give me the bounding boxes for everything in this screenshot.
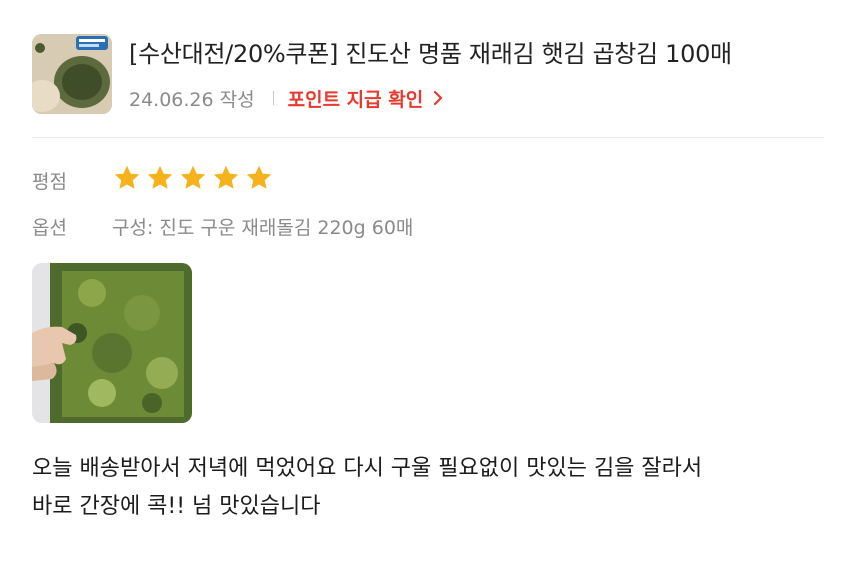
review-photo-image [32,263,192,423]
star-icon [180,165,206,189]
option-value: 구성: 진도 구운 재래돌김 220g 60매 [112,217,414,239]
review-date: 24.06.26 작성 [129,88,255,111]
product-header[interactable]: [수산대전/20%쿠폰] 진도산 명품 재래김 햇김 곱창김 100매 24.0… [32,34,832,114]
star-icon [147,165,173,189]
point-check-link[interactable]: 포인트 지급 확인 [288,85,446,112]
chevron-right-icon [434,90,443,106]
meta-divider [272,91,274,105]
review-photo[interactable] [32,263,192,423]
product-thumbnail-image [32,34,112,114]
option-label: 옵션 [32,217,67,239]
rating-stars [112,163,274,193]
rating-label: 평점 [32,171,67,193]
review-text-line: 바로 간장에 콕!! 넘 맛있습니다 [32,494,321,519]
product-thumbnail[interactable] [32,34,112,114]
star-icon [114,165,140,189]
star-icon [246,165,272,189]
review-text: 오늘 배송받아서 저녁에 먹었어요 다시 구울 필요없이 맛있는 김을 잘라서 … [32,450,832,526]
product-title[interactable]: [수산대전/20%쿠폰] 진도산 명품 재래김 햇김 곱창김 100매 [129,38,732,70]
section-divider [32,137,824,138]
star-icon [213,165,239,189]
review-meta: 24.06.26 작성 포인트 지급 확인 [129,84,445,112]
review-text-line: 오늘 배송받아서 저녁에 먹었어요 다시 구울 필요없이 맛있는 김을 잘라서 [32,456,703,481]
point-check-label: 포인트 지급 확인 [287,88,424,111]
